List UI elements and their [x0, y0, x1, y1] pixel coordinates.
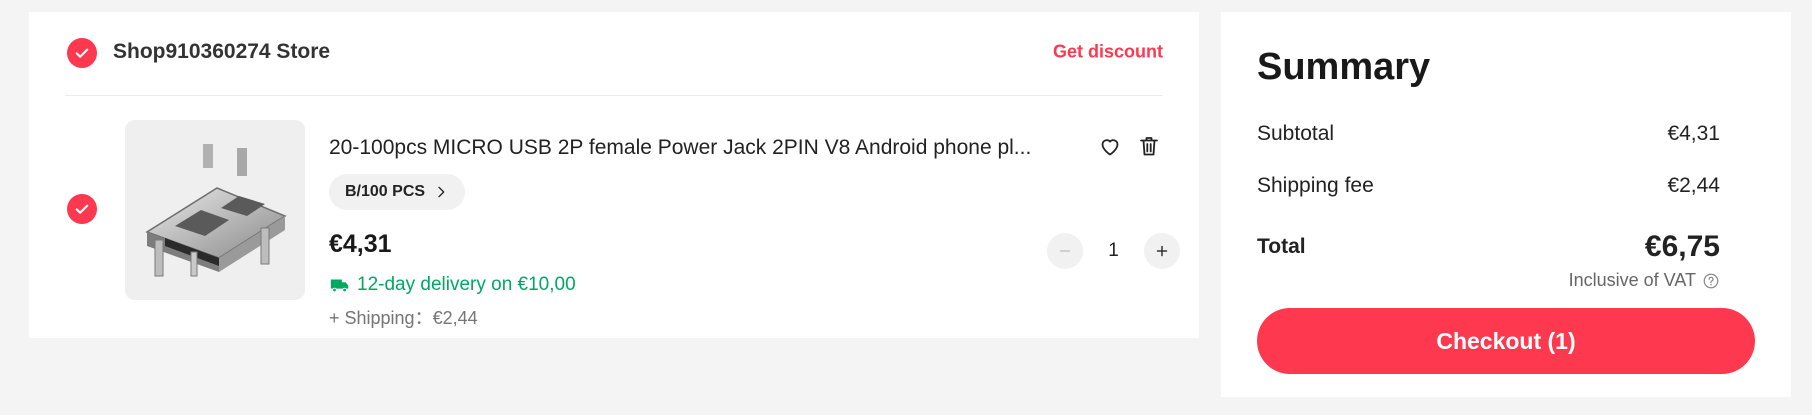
help-icon[interactable] [1702, 272, 1720, 290]
store-name[interactable]: Shop910360274 Store [113, 38, 330, 66]
quantity-increase-button[interactable] [1144, 233, 1180, 269]
item-price: €4,31 [329, 230, 392, 258]
check-icon [75, 204, 89, 214]
get-discount-link[interactable]: Get discount [1053, 42, 1163, 63]
divider [65, 95, 1163, 96]
product-image[interactable] [125, 120, 305, 300]
wishlist-button[interactable] [1096, 132, 1124, 160]
summary-title: Summary [1257, 46, 1431, 88]
total-row: Total €6,75 [1257, 230, 1720, 264]
chevron-right-icon [438, 186, 445, 198]
minus-icon [1059, 250, 1071, 252]
heart-icon [1101, 139, 1119, 156]
variant-selector[interactable]: B/100 PCS [329, 174, 466, 210]
quantity-decrease-button[interactable] [1047, 233, 1083, 269]
plus-icon [1156, 245, 1168, 257]
shipping-fee-label: Shipping fee [1257, 174, 1374, 197]
shipping-fee-row: Shipping fee €2,44 [1257, 174, 1720, 198]
check-icon [75, 48, 89, 58]
subtotal-value: €4,31 [1667, 122, 1720, 145]
truck-icon [330, 279, 349, 293]
summary-card: Summary Subtotal €4,31 Shipping fee €2,4… [1221, 12, 1791, 397]
vat-note-text: Inclusive of VAT [1568, 270, 1696, 290]
product-title[interactable]: 20-100pcs MICRO USB 2P female Power Jack… [329, 134, 1069, 162]
usb-connector-image [145, 144, 287, 277]
variant-label: B/100 PCS [345, 183, 426, 200]
delete-button[interactable] [1135, 132, 1163, 160]
total-value: €6,75 [1644, 230, 1720, 263]
delivery-text: 12-day delivery on €10,00 [357, 274, 576, 295]
total-label: Total [1257, 235, 1306, 258]
item-select-checkbox[interactable] [67, 194, 97, 224]
delivery-info: 12-day delivery on €10,00 [329, 274, 576, 296]
trash-icon [1140, 137, 1158, 156]
store-card: Shop910360274 Store Get discount 20-100p… [29, 12, 1199, 338]
shipping-note: + Shipping：€2,44 [329, 308, 478, 328]
vat-note: Inclusive of VAT [1569, 270, 1720, 291]
store-select-checkbox[interactable] [67, 38, 97, 68]
subtotal-row: Subtotal €4,31 [1257, 122, 1720, 146]
checkout-button[interactable]: Checkout (1) [1257, 308, 1755, 374]
shipping-fee-value: €2,44 [1667, 174, 1720, 197]
subtotal-label: Subtotal [1257, 122, 1335, 145]
quantity-value[interactable]: 1 [1083, 238, 1144, 264]
